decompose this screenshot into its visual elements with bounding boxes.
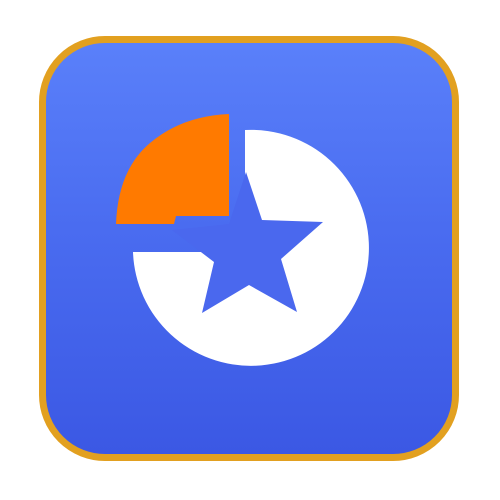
icon-stage <box>0 0 500 500</box>
orange-pie-slice-icon <box>116 114 229 224</box>
pie-chart-star-icon <box>116 114 369 366</box>
